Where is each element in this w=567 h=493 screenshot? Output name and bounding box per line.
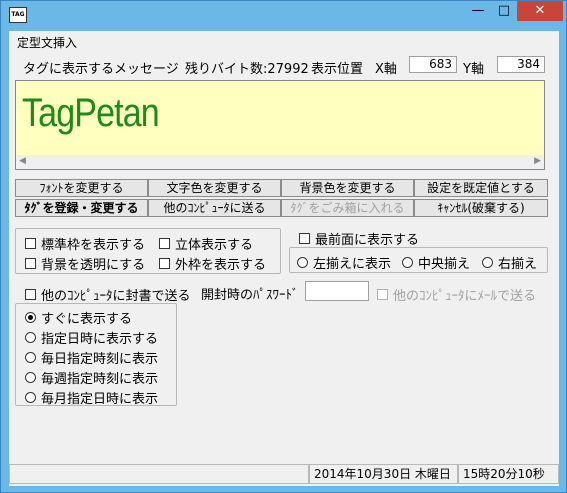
checkbox-label: 標準枠を表示する xyxy=(41,238,146,253)
app-icon[interactable]: TAG xyxy=(9,7,27,23)
radio-dot[interactable] xyxy=(25,372,36,383)
radio-label: 右揃え xyxy=(498,257,538,272)
menu-insert-template[interactable]: 定型文挿入 xyxy=(17,34,77,51)
app-window: TAG — □ ✕ 定型文挿入 タグに表示するメッセージ 残りバイト数:2799… xyxy=(0,0,567,493)
checkbox-box[interactable] xyxy=(25,238,36,249)
radio-dot[interactable] xyxy=(25,312,36,323)
radio-label: 毎日指定時刻に表示 xyxy=(41,352,159,367)
show-outer-frame-checkbox[interactable]: 外枠を表示する xyxy=(159,254,266,273)
change-font-button[interactable]: ﾌｫﾝﾄを変更する xyxy=(15,179,148,197)
radio-label: すぐに表示する xyxy=(41,312,133,327)
schedule-radio-1[interactable]: 指定日時に表示する xyxy=(25,328,158,347)
radio-label: 毎週指定時刻に表示 xyxy=(41,372,159,387)
radio-dot[interactable] xyxy=(297,257,308,268)
radio-label: 左揃えに表示 xyxy=(313,257,392,272)
title-bar[interactable]: TAG — □ ✕ xyxy=(1,1,566,31)
checkbox-label: 他のｺﾝﾋﾟｭｰﾀに封書で送る xyxy=(41,289,191,304)
topmost-checkbox[interactable]: 最前面に表示する xyxy=(299,229,419,248)
schedule-radio-3[interactable]: 毎週指定時刻に表示 xyxy=(25,368,158,387)
checkbox-label: 他のｺﾝﾋﾟｭｰﾀにﾒｰﾙで送る xyxy=(393,289,537,304)
radio-dot[interactable] xyxy=(482,257,493,268)
radio-dot[interactable] xyxy=(25,352,36,363)
align-center-radio[interactable]: 中央揃え xyxy=(402,253,470,272)
radio-dot[interactable] xyxy=(25,332,36,343)
status-bar: 2014年10月30日 木曜日 15時20分10秒 xyxy=(9,464,559,486)
position-label: 表示位置 xyxy=(311,62,364,77)
show-standard-frame-checkbox[interactable]: 標準枠を表示する xyxy=(25,234,145,253)
show-3d-checkbox[interactable]: 立体表示する xyxy=(159,234,253,253)
checkbox-box[interactable] xyxy=(159,258,170,269)
password-input[interactable] xyxy=(305,281,369,301)
maximize-button[interactable]: □ xyxy=(491,1,517,21)
transparent-bg-checkbox[interactable]: 背景を透明にする xyxy=(25,254,145,273)
set-default-button[interactable]: 設定を既定値とする xyxy=(414,179,548,197)
radio-label: 中央揃え xyxy=(418,257,471,272)
radio-label: 指定日時に表示する xyxy=(41,332,159,347)
checkbox-box[interactable] xyxy=(377,289,388,300)
y-axis-label: Y軸 xyxy=(463,62,484,77)
send-other-pc-button[interactable]: 他のｺﾝﾋﾟｭｰﾀに送る xyxy=(148,199,281,217)
horizontal-scrollbar[interactable]: ◀ ▶ xyxy=(16,155,544,169)
checkbox-box[interactable] xyxy=(299,233,310,244)
sealed-send-checkbox[interactable]: 他のｺﾝﾋﾟｭｰﾀに封書で送る xyxy=(25,285,191,304)
close-button[interactable]: ✕ xyxy=(517,1,563,21)
mail-send-checkbox[interactable]: 他のｺﾝﾋﾟｭｰﾀにﾒｰﾙで送る xyxy=(377,285,536,304)
schedule-radio-0[interactable]: すぐに表示する xyxy=(25,308,132,327)
align-right-radio[interactable]: 右揃え xyxy=(482,253,537,272)
radio-label: 毎月指定日時に表示 xyxy=(41,392,159,407)
remaining-bytes-label: 残りバイト数:27992 xyxy=(185,62,309,77)
checkbox-box[interactable] xyxy=(159,238,170,249)
client-area: 定型文挿入 タグに表示するメッセージ 残りバイト数:27992 表示位置 X軸 … xyxy=(9,31,559,486)
message-label: タグに表示するメッセージ xyxy=(23,62,179,77)
align-left-radio[interactable]: 左揃えに表示 xyxy=(297,253,391,272)
checkbox-label: 背景を透明にする xyxy=(41,258,146,273)
schedule-radio-2[interactable]: 毎日指定時刻に表示 xyxy=(25,348,158,367)
password-label: 開封時のﾊﾟｽﾜｰﾄﾞ xyxy=(201,288,299,303)
radio-dot[interactable] xyxy=(25,392,36,403)
y-axis-field[interactable]: 384 xyxy=(497,56,545,73)
checkbox-box[interactable] xyxy=(25,258,36,269)
change-bg-color-button[interactable]: 背景色を変更する xyxy=(281,179,414,197)
message-text: TagPetan xyxy=(22,91,160,135)
x-axis-field[interactable]: 683 xyxy=(409,56,457,73)
x-axis-label: X軸 xyxy=(375,62,397,77)
checkbox-label: 最前面に表示する xyxy=(315,233,420,248)
checkbox-label: 立体表示する xyxy=(175,238,254,253)
status-cell-empty xyxy=(9,464,309,484)
radio-dot[interactable] xyxy=(402,257,413,268)
checkbox-label: 外枠を表示する xyxy=(175,258,267,273)
minimize-button[interactable]: — xyxy=(465,1,491,21)
status-date: 2014年10月30日 木曜日 xyxy=(309,464,458,484)
status-time: 15時20分10秒 xyxy=(458,464,559,484)
change-text-color-button[interactable]: 文字色を変更する xyxy=(148,179,281,197)
trash-tag-button[interactable]: ﾀｸﾞをごみ箱に入れる xyxy=(281,199,414,217)
scroll-right-icon[interactable]: ▶ xyxy=(534,156,541,166)
checkbox-box[interactable] xyxy=(25,289,36,300)
register-tag-button[interactable]: ﾀｸﾞを登録・変更する xyxy=(15,199,148,217)
scroll-left-icon[interactable]: ◀ xyxy=(19,156,26,166)
message-editor[interactable]: TagPetan ◀ ▶ xyxy=(15,80,545,170)
cancel-button[interactable]: ｷｬﾝｾﾙ(破棄する) xyxy=(414,199,548,217)
schedule-radio-4[interactable]: 毎月指定日時に表示 xyxy=(25,388,158,407)
